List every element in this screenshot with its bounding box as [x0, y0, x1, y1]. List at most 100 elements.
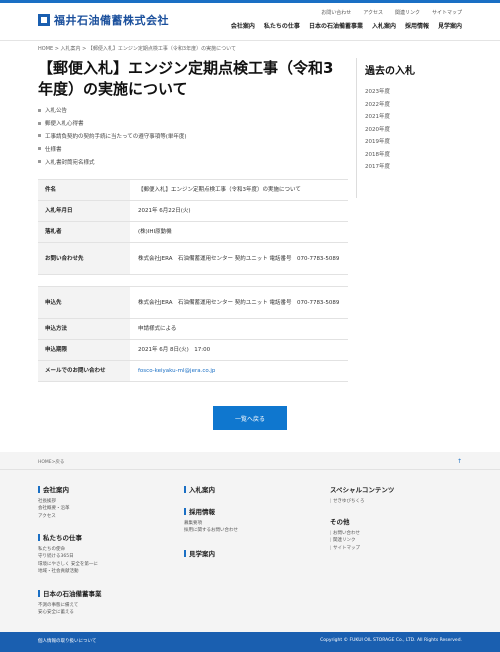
contact-email-link[interactable]: fosco-keiyaku-ml@jera.co.jp — [130, 360, 348, 382]
document-link[interactable]: 入札公告 — [38, 104, 187, 117]
footer-heading-label: 私たちの仕事 — [43, 534, 82, 542]
heading-bar-icon — [184, 485, 186, 493]
footer-link[interactable]: アクセス — [38, 513, 70, 520]
footer-link[interactable]: 不測の事態に備えて — [38, 602, 102, 609]
footer-heading-label: 入札案内 — [189, 486, 215, 494]
table-row: お問い合わせ先 株式会社JERA 石油備蓄運用センター 契約ユニット 電話番号 … — [38, 242, 348, 275]
footer-link[interactable]: 会社概要・沿革 — [38, 505, 70, 512]
document-list: 入札公告 郵便入札心得書 工事請負契約の契約手続に当たっての遵守事項等(単年度)… — [38, 104, 187, 168]
nav-bidding[interactable]: 入札案内 — [372, 21, 396, 30]
sidebar-year-link[interactable]: 2018年度 — [365, 150, 462, 163]
footer-heading[interactable]: 入札案内 — [184, 484, 215, 494]
table-row: 申込期限 2021年 6月 8日(火) 17:00 — [38, 339, 348, 361]
row-value: (株)IHI原動機 — [130, 221, 348, 243]
footer-section-tour: 見学案内 — [184, 548, 215, 558]
footer-heading[interactable]: スペシャルコンテンツ — [330, 484, 394, 494]
footer-link[interactable]: 安心安全に蓄える — [38, 609, 102, 616]
row-label: 申込期限 — [38, 339, 130, 361]
page-top-icon[interactable]: ↑ — [457, 458, 462, 465]
footer-divider — [0, 469, 500, 470]
logo-text: 福井石油備蓄株式会社 — [54, 14, 169, 27]
footer-link[interactable]: 募集要項 — [184, 520, 238, 527]
nav-oil-storage[interactable]: 日本の石油備蓄事業 — [309, 21, 363, 30]
row-value: 申請様式による — [130, 318, 348, 340]
utility-link-contact[interactable]: お問い合わせ — [321, 9, 351, 16]
row-label: 申込先 — [38, 286, 130, 319]
footer-heading-label: 見学案内 — [189, 550, 215, 558]
sidebar-year-link[interactable]: 2019年度 — [365, 137, 462, 150]
row-label: 申込方法 — [38, 318, 130, 340]
square-bullet-icon — [38, 121, 41, 125]
footer-heading[interactable]: 日本の石油備蓄事業 — [38, 588, 102, 598]
nav-our-work[interactable]: 私たちの仕事 — [264, 21, 300, 30]
footer-link[interactable]: せきゆびちくろ — [330, 498, 394, 505]
footer-heading[interactable]: 会社案内 — [38, 484, 70, 494]
sidebar-year-link[interactable]: 2023年度 — [365, 87, 462, 100]
footer-link[interactable]: お問い合わせ — [330, 530, 360, 537]
past-bids-sidebar: 過去の入札 2023年度 2022年度 2021年度 2020年度 2019年度… — [356, 58, 462, 198]
row-value: 2021年 6月22日(火) — [130, 200, 348, 222]
utility-link-sitemap[interactable]: サイトマップ — [432, 9, 462, 16]
row-label: 落札者 — [38, 221, 130, 243]
sidebar-year-link[interactable]: 2022年度 — [365, 100, 462, 113]
row-value: 株式会社JERA 石油備蓄運用センター 契約ユニット 電話番号 070-7783… — [130, 242, 348, 275]
bid-info-table: 件名 【郵便入札】エンジン定期点検工事（令和3年度）の実施について 入札年月日 … — [38, 179, 348, 275]
page-title: 【郵便入札】エンジン定期点検工事（令和3年度）の実施について — [38, 59, 334, 98]
footer-link[interactable]: 採用に関するお問い合わせ — [184, 527, 238, 534]
footer-breadcrumb[interactable]: HOME>戻る — [38, 459, 64, 465]
utility-link-related[interactable]: 関連リンク — [395, 9, 420, 16]
footer-link[interactable]: 関連リンク — [330, 537, 360, 544]
sidebar-year-link[interactable]: 2017年度 — [365, 162, 462, 175]
utility-link-access[interactable]: アクセス — [363, 9, 383, 16]
logo-mark-icon — [38, 14, 50, 26]
square-bullet-icon — [38, 108, 41, 112]
breadcrumb[interactable]: HOME > 入札案内 > 【郵便入札】エンジン定期点検工事（令和3年度）の実施… — [38, 45, 236, 52]
nav-tour[interactable]: 見学案内 — [438, 21, 462, 30]
footer-link[interactable]: 私たちの使命 — [38, 546, 98, 553]
nav-recruit[interactable]: 採用情報 — [405, 21, 429, 30]
document-link[interactable]: 郵便入札心得書 — [38, 117, 187, 130]
footer-section-other: その他 お問い合わせ 関連リンク サイトマップ — [330, 516, 360, 552]
footer-heading-label: 日本の石油備蓄事業 — [43, 590, 102, 598]
copyright-text: Copyright © FUKUI OIL STORAGE Co., LTD. … — [320, 638, 462, 643]
heading-bar-icon — [184, 549, 186, 557]
document-link[interactable]: 仕様書 — [38, 142, 187, 155]
sidebar-year-link[interactable]: 2020年度 — [365, 125, 462, 138]
row-value: 【郵便入札】エンジン定期点検工事（令和3年度）の実施について — [130, 179, 348, 201]
footer-heading[interactable]: その他 — [330, 516, 360, 526]
table-row: 申込方法 申請様式による — [38, 318, 348, 340]
nav-company[interactable]: 会社案内 — [231, 21, 255, 30]
footer-link[interactable]: 環境にやさしく 安全を第一に — [38, 561, 98, 568]
document-label: 工事請負契約の契約手続に当たっての遵守事項等(単年度) — [45, 133, 187, 140]
heading-bar-icon — [184, 507, 186, 515]
footer-section-special: スペシャルコンテンツ せきゆびちくろ — [330, 484, 394, 505]
footer-section-work: 私たちの仕事 私たちの使命 守り続ける365日 環境にやさしく 安全を第一に 地… — [38, 532, 98, 576]
footer-heading[interactable]: 採用情報 — [184, 506, 238, 516]
footer-section-oil-storage: 日本の石油備蓄事業 不測の事態に備えて 安心安全に蓄える — [38, 588, 102, 617]
document-link[interactable]: 工事請負契約の契約手続に当たっての遵守事項等(単年度) — [38, 130, 187, 143]
footer-heading[interactable]: 見学案内 — [184, 548, 215, 558]
footer-link[interactable]: 地域・社会貢献活動 — [38, 568, 98, 575]
site-header: 福井石油備蓄株式会社 お問い合わせ アクセス 関連リンク サイトマップ 会社案内… — [0, 3, 500, 41]
document-label: 入札公告 — [45, 108, 68, 115]
footer-heading-label: 採用情報 — [189, 508, 215, 516]
footer-link[interactable]: 社長挨拶 — [38, 498, 70, 505]
footer-heading[interactable]: 私たちの仕事 — [38, 532, 98, 542]
row-label: お問い合わせ先 — [38, 242, 130, 275]
application-info-table: 申込先 株式会社JERA 石油備蓄運用センター 契約ユニット 電話番号 070-… — [38, 286, 348, 382]
footer-section-bidding: 入札案内 — [184, 484, 215, 494]
sidebar-title: 過去の入札 — [365, 66, 415, 77]
row-label: 入札年月日 — [38, 200, 130, 222]
square-bullet-icon — [38, 160, 41, 164]
footer-link[interactable]: サイトマップ — [330, 545, 360, 552]
site-logo[interactable]: 福井石油備蓄株式会社 — [38, 12, 169, 28]
sidebar-year-link[interactable]: 2021年度 — [365, 112, 462, 125]
square-bullet-icon — [38, 147, 41, 151]
utility-nav: お問い合わせ アクセス 関連リンク サイトマップ — [321, 9, 462, 16]
back-to-list-button[interactable]: 一覧へ戻る — [213, 406, 287, 430]
document-link[interactable]: 入札書封筒宛名様式 — [38, 155, 187, 168]
footer-section-recruit: 採用情報 募集要項 採用に関するお問い合わせ — [184, 506, 238, 535]
privacy-link[interactable]: 個人情報の取り扱いについて — [38, 638, 96, 644]
global-nav: 会社案内 私たちの仕事 日本の石油備蓄事業 入札案内 採用情報 見学案内 — [231, 21, 462, 30]
footer-link[interactable]: 守り続ける365日 — [38, 553, 98, 560]
